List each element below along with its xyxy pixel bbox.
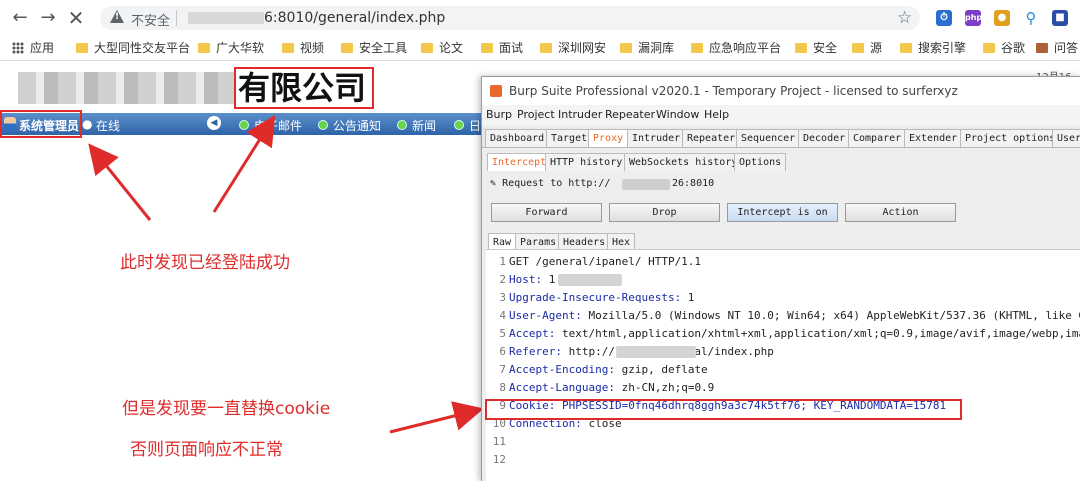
burp-title-bar: Burp Suite Professional v2020.1 - Tempor… [482,77,1080,105]
arrow-to-user [88,143,152,221]
tab-options[interactable]: Options [734,153,787,171]
annotation-login-success: 此时发现已经登陆成功 [120,253,290,273]
burp-main-tabs: Dashboard Target Proxy Intruder Repeater… [482,127,1080,148]
request-line: 3 Upgrade-Insecure-Requests: 1 [499,291,695,304]
message-view-tabs: Raw Params Headers Hex [482,233,1080,251]
redacted-host [616,346,696,358]
burp-title: Burp Suite Professional v2020.1 - Tempor… [509,84,958,98]
intercept-toggle-button[interactable]: Intercept is on [727,203,838,222]
request-line: 8 Accept-Language: zh-CN,zh;q=0.9 [499,381,715,394]
tab-dashboard[interactable]: Dashboard [485,129,550,147]
tab-decoder[interactable]: Decoder [798,129,851,147]
menu-help[interactable]: Help [704,108,729,121]
burp-logo-icon [490,85,502,97]
action-button[interactable]: Action [845,203,956,222]
tab-extender[interactable]: Extender [904,129,963,147]
request-target-port: 26:8010 [672,178,715,189]
tab-intercept[interactable]: Intercept [487,153,552,171]
request-line: 4 User-Agent: Mozilla/5.0 (Windows NT 10.… [499,309,1080,322]
request-line: 11 [492,435,506,448]
tab-sequencer[interactable]: Sequencer [736,129,801,147]
highlight-box-cookie [485,399,962,420]
annotation-response-note: 否则页面响应不正常 [130,440,283,460]
menu-project[interactable]: Project [517,108,555,121]
request-line: 12 [492,453,506,466]
redacted-host [558,274,622,286]
tab-http-history[interactable]: HTTP history [545,153,628,171]
forward-button[interactable]: Forward [491,203,602,222]
pencil-icon: ✎ [490,178,497,189]
tab-repeater[interactable]: Repeater [682,129,741,147]
burp-window: Burp Suite Professional v2020.1 - Tempor… [481,76,1080,481]
arrow-to-company [212,114,276,213]
request-line: 2Host: 1 :8010 [486,271,622,289]
request-line: 6 Referer: http:// :8010/general/index.ph… [499,345,774,358]
proxy-sub-tabs: Intercept HTTP history WebSockets histor… [482,151,1080,171]
tab-user-options[interactable]: User [1052,129,1080,147]
request-line: 1 GET /general/ipanel/ HTTP/1.1 [499,255,702,268]
tab-intruder[interactable]: Intruder [627,129,686,147]
request-line: 7 Accept-Encoding: gzip, deflate [499,363,708,376]
tab-websockets-history[interactable]: WebSockets history [624,153,743,171]
menu-burp[interactable]: Burp [486,108,512,121]
drop-button[interactable]: Drop [609,203,720,222]
request-target: ✎ Request to http:// [490,178,611,189]
menu-repeater[interactable]: Repeater [605,108,655,121]
annotation-cookie-note: 但是发现要一直替换cookie [122,399,331,419]
burp-menu-bar: Burp Project Intruder Repeater Window He… [482,105,1080,125]
request-line: 5 Accept: text/html,application/xhtml+xml… [499,327,1080,340]
raw-request-editor[interactable]: 1 GET /general/ipanel/ HTTP/1.1 2 Host: 1 … [486,249,1080,481]
arrow-to-cookie [389,401,484,434]
tab-project-options[interactable]: Project options [960,129,1061,147]
tab-comparer[interactable]: Comparer [848,129,907,147]
menu-intruder[interactable]: Intruder [558,108,602,121]
tab-proxy[interactable]: Proxy [588,129,629,147]
menu-window[interactable]: Window [656,108,699,121]
tab-target[interactable]: Target [546,129,593,147]
redacted-target-host [622,179,670,190]
